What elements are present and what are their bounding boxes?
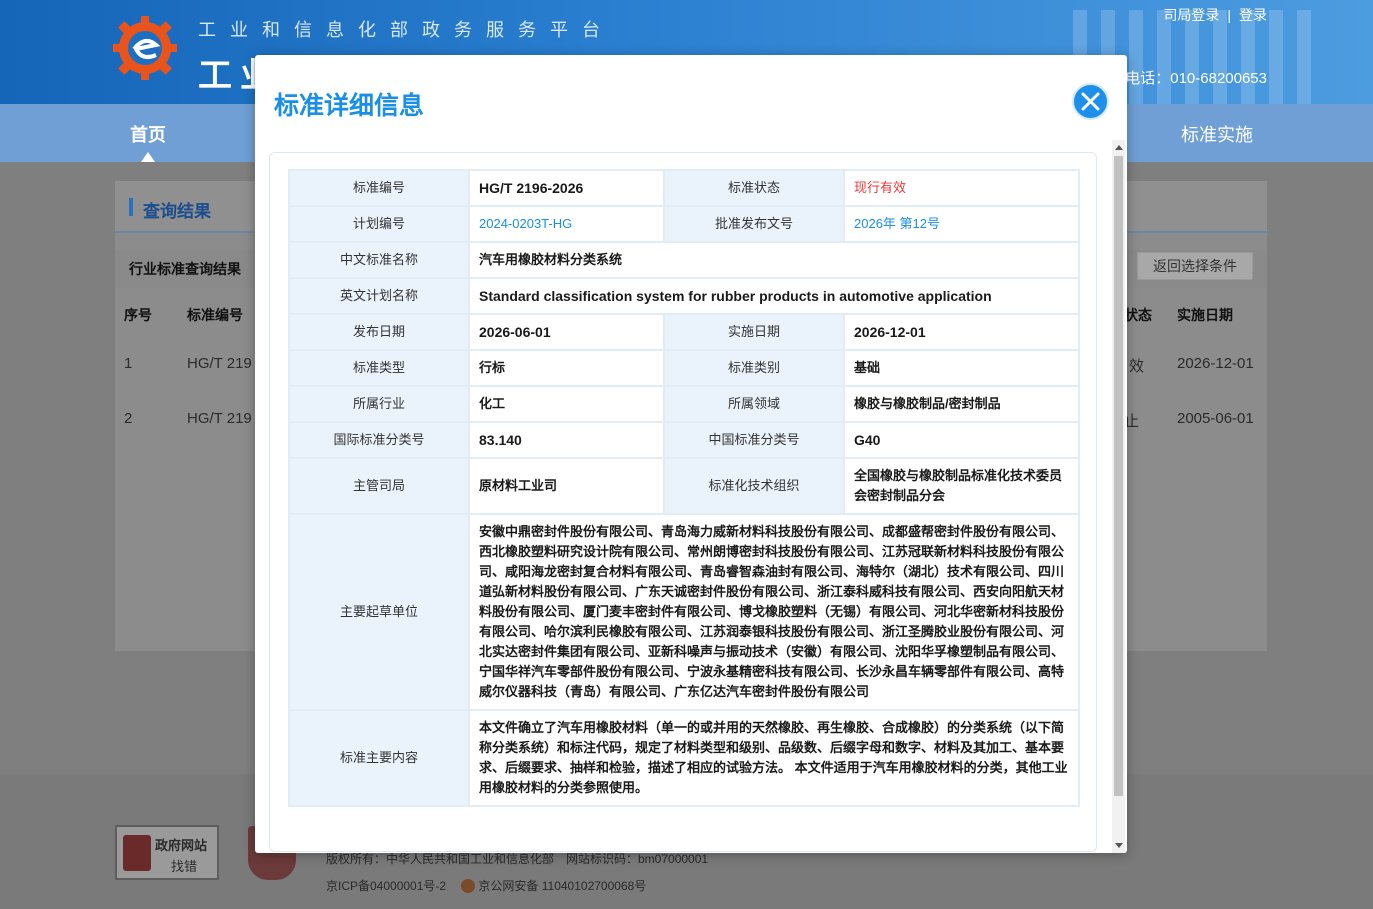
std-no-label: 标准编号 [288,169,470,207]
type-label: 标准类型 [288,349,470,387]
table-row: 标准编号 HG/T 2196-2026 标准状态 现行有效 [288,169,1080,207]
table-row: 主要起草单位 安徽中鼎密封件股份有限公司、青岛海力威新材料科技股份有限公司、成都… [288,513,1080,711]
content-value: 本文件确立了汽车用橡胶材料（单一的或并用的天然橡胶、再生橡胶、合成橡胶）的分类系… [468,709,1080,807]
modal-content: 标准编号 HG/T 2196-2026 标准状态 现行有效 计划编号 2024-… [269,152,1097,852]
type-value: 行标 [468,349,665,387]
cn-name-value: 汽车用橡胶材料分类系统 [468,241,1080,279]
table-row: 主管司局 原材料工业司 标准化技术组织 全国橡胶与橡胶制品标准化技术委员会密封制… [288,457,1080,515]
content-label: 标准主要内容 [288,709,470,807]
scroll-down-arrow-icon[interactable] [1115,843,1123,848]
dept-label: 主管司局 [288,457,470,515]
en-name-label: 英文计划名称 [288,277,470,315]
tc-label: 标准化技术组织 [663,457,845,515]
ccs-value: G40 [843,421,1080,459]
scroll-up-arrow-icon[interactable] [1115,145,1123,150]
impl-date-label: 实施日期 [663,313,845,351]
modal-title: 标准详细信息 [274,92,425,120]
status-value: 现行有效 [843,169,1080,207]
drafters-value: 安徽中鼎密封件股份有限公司、青岛海力威新材料科技股份有限公司、成都盛帮密封件股份… [468,513,1080,711]
table-row: 英文计划名称 Standard classification system fo… [288,277,1080,315]
plan-no-label: 计划编号 [288,205,470,243]
table-row: 国际标准分类号 83.140 中国标准分类号 G40 [288,421,1080,459]
std-no-value: HG/T 2196-2026 [468,169,665,207]
table-row: 标准主要内容 本文件确立了汽车用橡胶材料（单一的或并用的天然橡胶、再生橡胶、合成… [288,709,1080,807]
pub-date-label: 发布日期 [288,313,470,351]
table-row: 计划编号 2024-0203T-HG 批准发布文号 2026年 第12号 [288,205,1080,243]
modal-scrollbar[interactable] [1112,140,1125,853]
dept-value: 原材料工业司 [468,457,665,515]
plan-no-link[interactable]: 2024-0203T-HG [468,205,665,243]
field-value: 橡胶与橡胶制品/密封制品 [843,385,1080,423]
field-label: 所属领域 [663,385,845,423]
status-label: 标准状态 [663,169,845,207]
detail-table: 标准编号 HG/T 2196-2026 标准状态 现行有效 计划编号 2024-… [288,169,1080,807]
tc-value: 全国橡胶与橡胶制品标准化技术委员会密封制品分会 [843,457,1080,515]
industry-label: 所属行业 [288,385,470,423]
scroll-thumb[interactable] [1114,156,1123,796]
close-button[interactable] [1072,83,1109,120]
pub-date-value: 2026-06-01 [468,313,665,351]
ics-label: 国际标准分类号 [288,421,470,459]
category-value: 基础 [843,349,1080,387]
table-row: 所属行业 化工 所属领域 橡胶与橡胶制品/密封制品 [288,385,1080,423]
en-name-value: Standard classification system for rubbe… [468,277,1080,315]
category-label: 标准类别 [663,349,845,387]
industry-value: 化工 [468,385,665,423]
ics-value: 83.140 [468,421,665,459]
impl-date-value: 2026-12-01 [843,313,1080,351]
cn-name-label: 中文标准名称 [288,241,470,279]
approval-label: 批准发布文号 [663,205,845,243]
drafters-label: 主要起草单位 [288,513,470,711]
approval-link[interactable]: 2026年 第12号 [843,205,1080,243]
standard-detail-modal: 标准详细信息 标准编号 HG/T 2196-2026 标准状态 现行有效 计划编… [255,55,1127,853]
table-row: 中文标准名称 汽车用橡胶材料分类系统 [288,241,1080,279]
close-icon [1081,92,1100,111]
table-row: 标准类型 行标 标准类别 基础 [288,349,1080,387]
ccs-label: 中国标准分类号 [663,421,845,459]
table-row: 发布日期 2026-06-01 实施日期 2026-12-01 [288,313,1080,351]
